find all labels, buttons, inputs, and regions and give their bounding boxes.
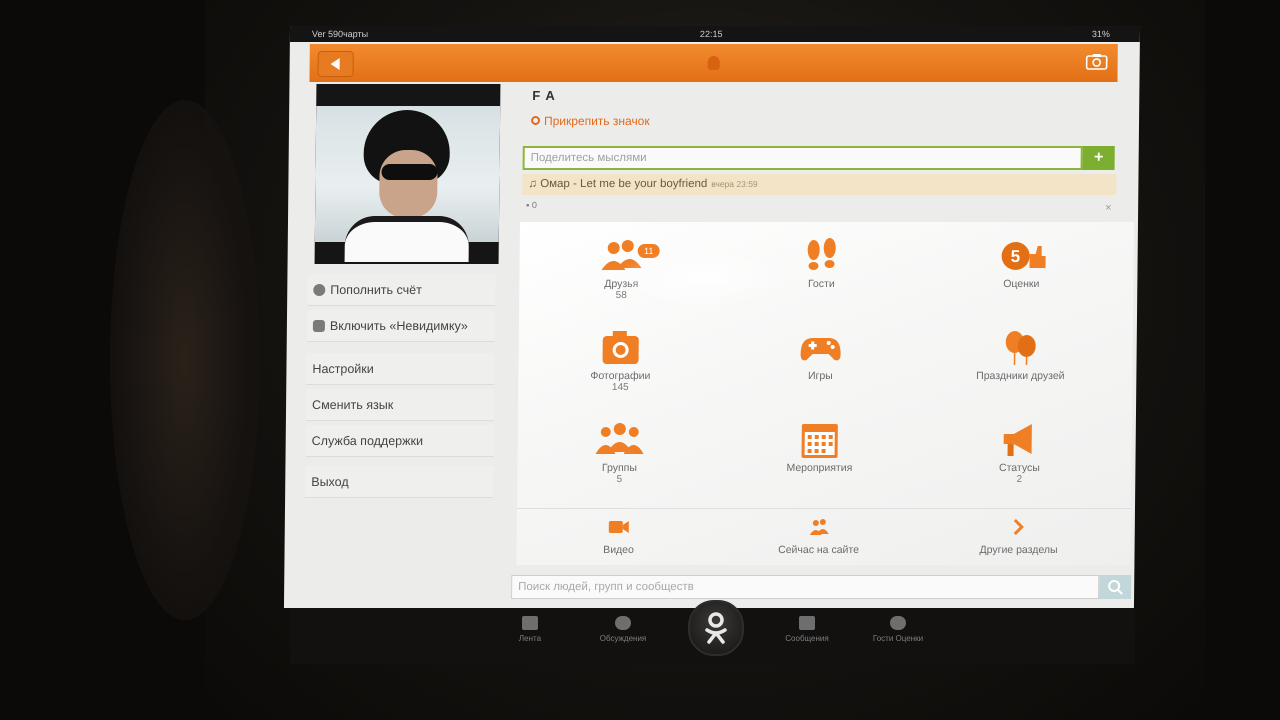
section-label: Оценки	[1003, 278, 1040, 290]
app-screen: Ver 590чарты 22:15 31% Пополнить счёт Вк…	[283, 26, 1141, 608]
tab-label: Обсуждения	[599, 634, 647, 643]
close-icon[interactable]: ×	[1105, 202, 1112, 214]
menu-item-label: Выход	[311, 475, 349, 489]
share-thoughts-input[interactable]: Поделитесь мыслями	[522, 146, 1083, 170]
section-label: Сейчас на сайте	[778, 544, 860, 556]
coin-icon	[313, 283, 326, 296]
menu-item-label: Настройки	[312, 362, 374, 376]
tab-guests-ratings[interactable]: Гости Оценки	[853, 612, 943, 643]
hat-icon	[312, 319, 325, 332]
section-photos[interactable]: Фотографии 145	[520, 328, 721, 418]
menu-item-label: Служба поддержки	[311, 434, 424, 448]
section-label: Праздники друзей	[976, 370, 1065, 382]
section-events[interactable]: Мероприятия	[719, 420, 920, 510]
discussions-icon	[615, 616, 631, 630]
section-groups[interactable]: Группы 5	[519, 420, 720, 510]
screen-glare	[617, 248, 788, 308]
tab-messages[interactable]: Сообщения	[762, 612, 852, 643]
section-holidays[interactable]: Праздники друзей	[920, 328, 1121, 418]
guests-ratings-icon	[890, 616, 906, 630]
carrier-label: Ver 590чарты	[311, 29, 369, 39]
video-icon	[608, 521, 629, 533]
status-bar: Ver 590чарты 22:15 31%	[289, 26, 1141, 42]
battery-level: 31%	[1091, 29, 1111, 39]
tab-label: Лента	[518, 634, 542, 643]
ok-home-button[interactable]	[688, 600, 744, 656]
section-label: Статусы	[998, 462, 1040, 474]
back-button[interactable]	[317, 51, 354, 77]
comments-counter[interactable]: ▪ 0	[526, 200, 537, 210]
tab-feed[interactable]: Лента	[485, 612, 575, 643]
section-other[interactable]: Другие разделы	[918, 518, 1119, 568]
balloons-icon	[1005, 331, 1036, 365]
messages-icon	[799, 616, 815, 630]
profile-name: F A	[532, 88, 556, 103]
music-status[interactable]: ♫ Омар - Let me be your boyfriend вчера 2…	[522, 174, 1117, 195]
music-status-text: Омар - Let me be your boyfriend	[540, 178, 708, 190]
photo-image	[314, 106, 501, 262]
section-count: 145	[611, 382, 629, 393]
photo-sunglasses	[381, 164, 438, 180]
camera-icon	[602, 331, 639, 364]
pin-badge-link[interactable]: Прикрепить значок	[531, 114, 650, 128]
section-statuses[interactable]: Статусы 2	[919, 420, 1120, 510]
menu-item-top-up[interactable]: Пополнить счёт	[307, 274, 496, 306]
ok-logo-icon	[705, 612, 727, 644]
search-input[interactable]: Поиск людей, групп и сообществ	[511, 575, 1100, 599]
section-label: Видео	[603, 544, 634, 556]
grid-divider	[516, 508, 1131, 509]
menu-item-label: Включить «Невидимку»	[329, 319, 468, 333]
tab-discussions[interactable]: Обсуждения	[578, 612, 668, 643]
menu-item-settings[interactable]: Настройки	[306, 353, 495, 385]
hand-shadow	[110, 100, 260, 620]
pin-icon	[531, 115, 541, 125]
photo-face	[379, 150, 438, 218]
feed-icon	[522, 616, 538, 630]
section-count: 5	[616, 474, 623, 485]
section-label: Группы	[601, 462, 637, 474]
megaphone-icon	[1003, 424, 1032, 456]
section-label: Мероприятия	[786, 462, 853, 474]
five-plus-icon: 5	[1001, 242, 1046, 270]
top-bar	[309, 44, 1118, 82]
svg-text:5: 5	[1011, 247, 1021, 266]
section-ratings[interactable]: 5 Оценки	[921, 236, 1122, 326]
comments-count: 0	[531, 200, 537, 210]
music-note-icon: ♫	[528, 178, 541, 190]
chevron-right-icon	[1013, 518, 1024, 536]
menu-item-logout[interactable]: Выход	[305, 466, 494, 498]
sections-grid: 11 Друзья 58 Гости 5 Оценки	[516, 222, 1134, 565]
menu-item-language[interactable]: Сменить язык	[305, 389, 495, 421]
tab-label: Сообщения	[785, 634, 829, 643]
section-video[interactable]: Видео	[518, 518, 719, 568]
section-online-now[interactable]: Сейчас на сайте	[718, 518, 919, 568]
music-status-time: вчера 23:59	[711, 179, 758, 189]
online-icon	[809, 519, 829, 535]
pin-label: Прикрепить значок	[543, 114, 650, 128]
share-plus-button[interactable]: +	[1082, 146, 1115, 170]
photo-shirt	[344, 216, 470, 262]
menu-item-invisible[interactable]: Включить «Невидимку»	[306, 310, 496, 342]
section-count: 2	[1016, 474, 1023, 485]
section-label: Другие разделы	[979, 544, 1058, 556]
menu-item-support[interactable]: Служба поддержки	[305, 425, 494, 457]
search-button[interactable]	[1099, 575, 1132, 599]
tab-label: Гости Оценки	[872, 634, 924, 643]
menu-item-label: Сменить язык	[312, 398, 394, 412]
menu-item-label: Пополнить счёт	[330, 283, 422, 297]
camera-icon[interactable]	[1085, 53, 1108, 70]
search-icon	[1108, 580, 1123, 595]
ok-logo-icon	[707, 56, 720, 70]
groups-icon	[595, 423, 644, 454]
section-games[interactable]: Игры	[720, 328, 921, 418]
section-label: Фотографии	[590, 370, 651, 382]
profile-photo[interactable]	[314, 84, 501, 264]
footprints-icon	[807, 238, 836, 270]
calendar-icon	[801, 424, 838, 458]
clock: 22:15	[699, 29, 723, 39]
section-label: Игры	[807, 370, 833, 382]
gamepad-icon	[800, 338, 841, 361]
